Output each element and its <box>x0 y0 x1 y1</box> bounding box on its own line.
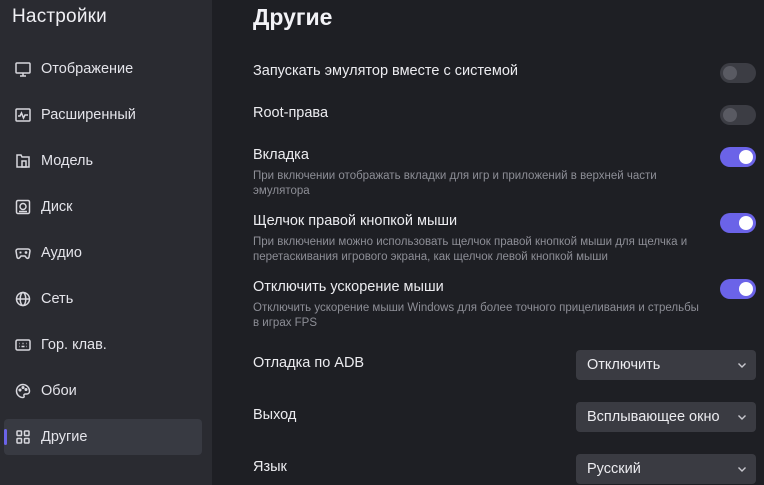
monitor-icon <box>14 60 32 78</box>
sidebar-item-advanced[interactable]: Расширенный <box>4 97 202 133</box>
setting-right-click: Щелчок правой кнопкой мыши При включении… <box>253 213 756 265</box>
sidebar-item-label: Расширенный <box>41 107 136 123</box>
chevron-down-icon <box>738 363 746 368</box>
adb-select[interactable]: Отключить <box>576 350 756 380</box>
setting-root: Root-права <box>253 105 756 125</box>
setting-label: Root-права <box>253 105 329 121</box>
setting-label: Вкладка <box>253 147 309 163</box>
language-select[interactable]: Русский <box>576 454 756 484</box>
select-value: Всплывающее окно <box>587 409 720 425</box>
sidebar: Настройки Отображение Расширенный Модель <box>0 0 212 485</box>
sidebar-item-disk[interactable]: Диск <box>4 189 202 225</box>
activity-icon <box>14 106 32 124</box>
exit-select[interactable]: Всплывающее окно <box>576 402 756 432</box>
sidebar-title: Настройки <box>12 6 107 27</box>
grid-icon <box>14 428 32 446</box>
setting-language: Язык Русский <box>253 454 756 484</box>
folder-icon <box>14 152 32 170</box>
sidebar-item-label: Модель <box>41 153 94 169</box>
sidebar-item-label: Аудио <box>41 245 82 261</box>
keyboard-icon <box>14 336 32 354</box>
setting-adb: Отладка по ADB Отключить <box>253 350 756 380</box>
sidebar-item-label: Отображение <box>41 61 134 77</box>
setting-autostart: Запускать эмулятор вместе с системой <box>253 63 756 83</box>
setting-description: При включении можно использовать щелчок … <box>253 236 688 263</box>
toggle-knob <box>739 282 753 296</box>
setting-description: Отключить ускорение мыши Windows для бол… <box>253 302 699 329</box>
sidebar-item-network[interactable]: Сеть <box>4 281 202 317</box>
tabs-toggle[interactable] <box>720 147 756 167</box>
select-value: Русский <box>587 461 641 477</box>
autostart-toggle[interactable] <box>720 63 756 83</box>
disk-icon <box>14 198 32 216</box>
globe-icon <box>14 290 32 308</box>
toggle-knob <box>723 108 737 122</box>
setting-exit: Выход Всплывающее окно <box>253 402 756 432</box>
sidebar-nav: Отображение Расширенный Модель Диск Ауди… <box>0 51 212 465</box>
chevron-down-icon <box>738 415 746 420</box>
setting-label: Отключить ускорение мыши <box>253 279 444 295</box>
setting-tabs: Вкладка При включении отображать вкладки… <box>253 147 756 199</box>
right-click-toggle[interactable] <box>720 213 756 233</box>
settings-window: Настройки Отображение Расширенный Модель <box>0 0 764 485</box>
page-title: Другие <box>253 4 333 30</box>
toggle-knob <box>739 216 753 230</box>
sidebar-item-other[interactable]: Другие <box>4 419 202 455</box>
sidebar-item-label: Гор. клав. <box>41 337 107 353</box>
setting-label: Запускать эмулятор вместе с системой <box>253 63 519 79</box>
toggle-knob <box>723 66 737 80</box>
gamepad-icon <box>14 244 32 262</box>
toggle-knob <box>739 150 753 164</box>
chevron-down-icon <box>738 467 746 472</box>
select-value: Отключить <box>587 357 661 373</box>
sidebar-item-display[interactable]: Отображение <box>4 51 202 87</box>
sidebar-item-audio[interactable]: Аудио <box>4 235 202 271</box>
sidebar-item-hotkeys[interactable]: Гор. клав. <box>4 327 202 363</box>
sidebar-item-label: Сеть <box>41 291 74 307</box>
setting-description: При включении отображать вкладки для игр… <box>253 170 657 197</box>
setting-label: Щелчок правой кнопкой мыши <box>253 213 458 229</box>
settings-content: Другие Запускать эмулятор вместе с систе… <box>212 0 764 485</box>
sidebar-item-wallpaper[interactable]: Обои <box>4 373 202 409</box>
sidebar-item-model[interactable]: Модель <box>4 143 202 179</box>
setting-mouse-accel: Отключить ускорение мыши Отключить ускор… <box>253 279 756 331</box>
mouse-accel-toggle[interactable] <box>720 279 756 299</box>
sidebar-item-label: Диск <box>41 199 73 215</box>
sidebar-item-label: Обои <box>41 383 77 399</box>
root-toggle[interactable] <box>720 105 756 125</box>
palette-icon <box>14 382 32 400</box>
sidebar-item-label: Другие <box>41 429 88 445</box>
